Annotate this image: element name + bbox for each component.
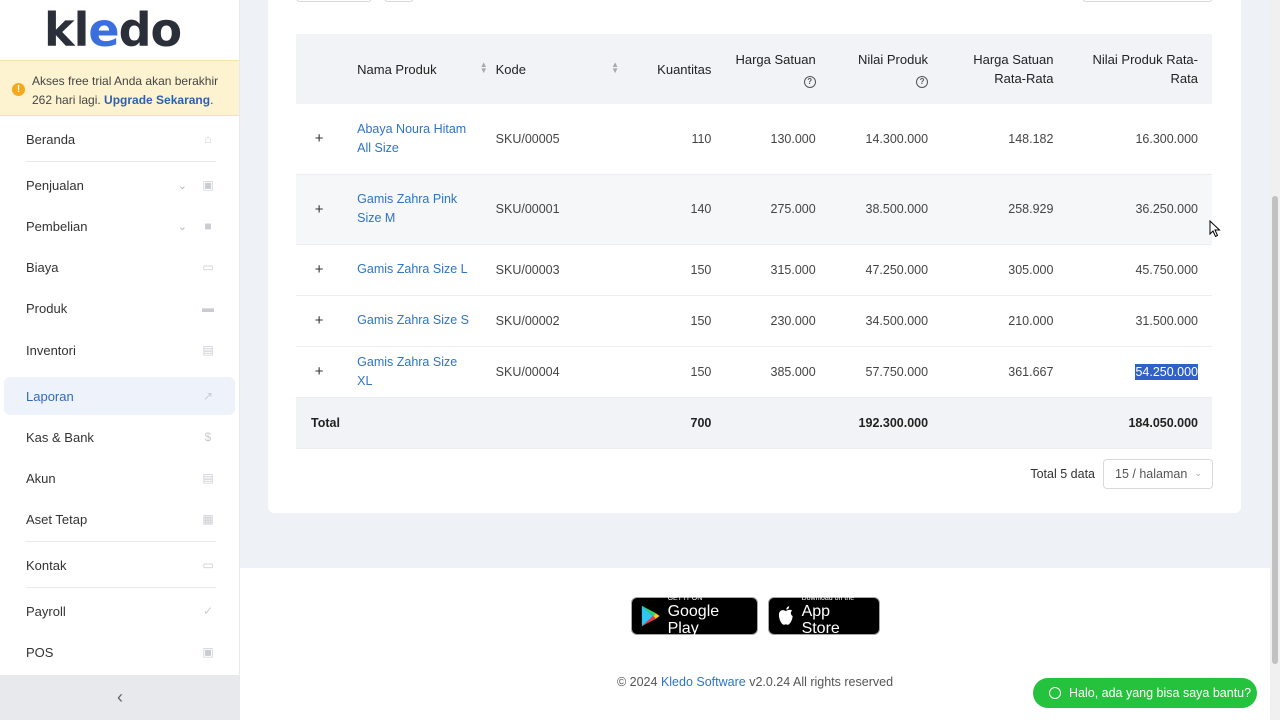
expand-icon[interactable]: +: [296, 174, 342, 244]
expand-icon[interactable]: +: [296, 244, 342, 295]
sidebar-item-pembelian[interactable]: Pembelian ⌄ ■: [4, 207, 235, 245]
box-icon: ▬: [202, 301, 214, 315]
home-icon: ⌂: [204, 132, 212, 146]
check-circle-icon: ✓: [202, 604, 214, 618]
selected-text: 54.250.000: [1135, 363, 1198, 380]
col-nama-produk[interactable]: Nama Produk ▲ ▼: [342, 34, 496, 104]
expand-icon[interactable]: +: [296, 346, 342, 397]
chart-icon: ↗: [202, 389, 214, 403]
trial-banner: ! Akses free trial Anda akan berakhir 26…: [0, 60, 239, 116]
sort-icon[interactable]: ▲ ▼: [611, 61, 619, 75]
sidebar-item-pos[interactable]: POS ▣: [4, 633, 235, 671]
col-kode[interactable]: Kode ▲ ▼: [496, 34, 627, 104]
sidebar-item-kontak[interactable]: Kontak ▭: [4, 546, 235, 584]
total-row: Total 700 192.300.000 184.050.000: [296, 397, 1212, 448]
toolbar-select[interactable]: [1082, 0, 1213, 2]
bag-icon: ■: [204, 219, 212, 233]
product-link[interactable]: Gamis Zahra Size S: [357, 311, 476, 330]
whatsapp-icon: [1049, 687, 1061, 699]
table-row: + Gamis Zahra Size L SKU/00003 150 315.0…: [296, 244, 1212, 295]
pagination: Total 5 data 15 / halaman ⌄: [1030, 459, 1213, 489]
report-card: Nama Produk ▲ ▼ Kode ▲ ▼ Kuantitas Harga Sat…: [268, 0, 1241, 513]
google-play-icon: [641, 605, 660, 627]
chevron-down-icon: ⌄: [1194, 468, 1202, 478]
expand-icon[interactable]: +: [296, 295, 342, 346]
warning-icon: !: [12, 83, 25, 96]
sidebar-item-akun[interactable]: Akun ▤: [4, 459, 235, 497]
contact-icon: ▭: [202, 558, 214, 572]
sidebar-item-inventori[interactable]: Inventori ▤: [4, 331, 235, 369]
card-icon: ▭: [202, 260, 214, 274]
col-nilai-rata: Nilai Produk Rata-Rata: [1092, 52, 1199, 86]
sort-icon[interactable]: ▲ ▼: [480, 61, 488, 75]
col-nilai-produk: Nilai Produk?: [857, 52, 929, 88]
kledo-link[interactable]: Kledo Software: [661, 675, 746, 689]
help-icon[interactable]: ?: [803, 76, 816, 88]
chevron-down-icon: ⌄: [177, 220, 187, 233]
toolbar-button[interactable]: [384, 0, 414, 2]
chevron-left-icon: ‹: [117, 687, 123, 707]
sidebar-item-produk[interactable]: Produk ▬: [4, 289, 235, 327]
basket-icon: ▣: [202, 178, 214, 192]
product-link[interactable]: Gamis Zahra Pink Size M: [357, 190, 476, 228]
dollar-icon: $: [204, 430, 212, 444]
whatsapp-chat-button[interactable]: Halo, ada yang bisa saya bantu?: [1033, 678, 1257, 708]
total-count: Total 5 data: [1030, 467, 1095, 481]
building-icon: ▦: [202, 512, 214, 526]
col-harga-rata: Harga Satuan Rata-Rata: [973, 52, 1054, 86]
product-link[interactable]: Abaya Noura Hitam All Size: [357, 120, 476, 158]
google-play-button[interactable]: GET IT ON Google Play: [631, 595, 758, 637]
chevron-down-icon: ⌄: [177, 179, 187, 192]
sidebar-item-laporan[interactable]: Laporan ↗: [4, 377, 235, 415]
help-icon[interactable]: ?: [916, 76, 929, 88]
main-content: Nama Produk ▲ ▼ Kode ▲ ▼ Kuantitas Harga Sat…: [240, 0, 1270, 720]
table-row: + Gamis Zahra Size S SKU/00002 150 230.0…: [296, 295, 1212, 346]
col-kuantitas: Kuantitas: [657, 61, 712, 77]
sidebar-item-aset-tetap[interactable]: Aset Tetap ▦: [4, 500, 235, 538]
toolbar-button[interactable]: [296, 0, 372, 2]
col-harga-satuan: Harga Satuan?: [735, 52, 816, 88]
kledo-logo[interactable]: kledo: [0, 0, 239, 60]
sidebar-item-biaya[interactable]: Biaya ▭: [4, 248, 235, 286]
inventory-icon: ▤: [202, 343, 214, 357]
app-store-badges: GET IT ON Google Play Download on the App …: [631, 595, 880, 637]
sidebar-item-payroll[interactable]: Payroll ✓: [4, 592, 235, 630]
mouse-cursor-icon: [1209, 220, 1221, 238]
sidebar-item-beranda[interactable]: Beranda ⌂: [4, 120, 235, 158]
sidebar: kledo ! Akses free trial Anda akan berak…: [0, 0, 240, 720]
sidebar-collapse-button[interactable]: ‹: [0, 675, 240, 720]
scrollbar[interactable]: [1270, 0, 1280, 720]
product-link[interactable]: Gamis Zahra Size L: [357, 260, 476, 279]
product-link[interactable]: Gamis Zahra Size XL: [357, 353, 476, 391]
table-row: + Gamis Zahra Pink Size M SKU/00001 140 …: [296, 174, 1212, 244]
sidebar-item-penjualan[interactable]: Penjualan ⌄ ▣: [4, 166, 235, 204]
list-icon: ▤: [202, 471, 214, 485]
table-row: + Abaya Noura Hitam All Size SKU/00005 1…: [296, 104, 1212, 174]
sidebar-item-kas-bank[interactable]: Kas & Bank $: [4, 418, 235, 456]
pos-icon: ▣: [202, 645, 214, 659]
expand-icon[interactable]: +: [296, 104, 342, 174]
table-header-row: Nama Produk ▲ ▼ Kode ▲ ▼ Kuantitas Harga Sat…: [296, 34, 1212, 104]
upgrade-link[interactable]: Upgrade Sekarang: [104, 93, 210, 107]
table-row: + Gamis Zahra Size XL SKU/00004 150 385.…: [296, 346, 1212, 397]
scroll-thumb[interactable]: [1272, 196, 1278, 664]
page-size-select[interactable]: 15 / halaman ⌄: [1103, 459, 1213, 489]
product-table: Nama Produk ▲ ▼ Kode ▲ ▼ Kuantitas Harga Sat…: [296, 34, 1212, 449]
app-store-button[interactable]: Download on the App Store: [768, 595, 880, 637]
apple-icon: [778, 606, 793, 625]
